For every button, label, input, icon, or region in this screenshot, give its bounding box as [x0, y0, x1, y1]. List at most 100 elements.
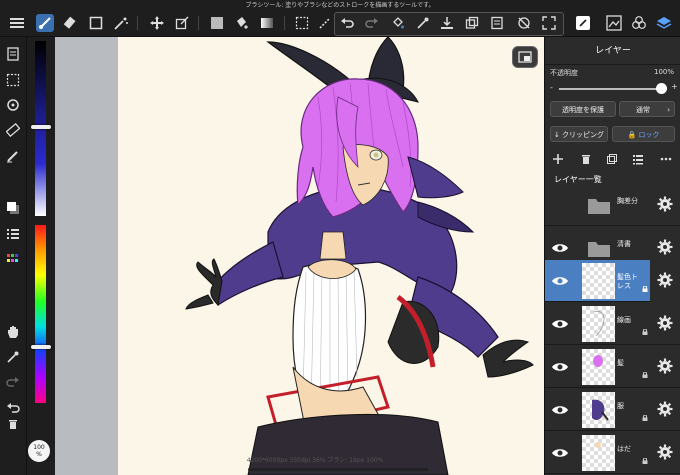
hue-slider[interactable]: [35, 225, 46, 403]
clipping-label: クリッピング: [562, 131, 605, 139]
lock-icon: [642, 406, 648, 421]
reference-window-button[interactable]: [512, 46, 538, 68]
protect-alpha-button[interactable]: 透明度を保護: [550, 101, 616, 117]
brightness-knob[interactable]: [31, 125, 51, 129]
brush-size-unit: %: [36, 451, 42, 458]
selection-menu-icon[interactable]: [4, 71, 22, 89]
home-indicator: [248, 468, 428, 471]
brush-size-value: 100: [33, 444, 45, 451]
layer-settings-gear-icon[interactable]: [657, 239, 673, 255]
layers-icon[interactable]: [655, 14, 673, 32]
add-layer-icon[interactable]: [551, 152, 565, 166]
gradient-tool-icon[interactable]: [258, 14, 276, 32]
top-toolbar: ブラシツール: 塗りやブラシなどのストロークを描画するツールです。: [0, 0, 680, 37]
drawing-paper[interactable]: [118, 37, 544, 475]
tool-hint-text: ブラシツール: 塗りやブラシなどのストロークを描画するツールです。: [245, 2, 435, 9]
hue-knob[interactable]: [31, 345, 51, 349]
canvas-area[interactable]: [55, 37, 544, 475]
redo-icon[interactable]: [363, 14, 381, 32]
layer-name: 服: [617, 402, 624, 410]
left-toolbar: [0, 37, 27, 475]
fill-bucket-icon[interactable]: [389, 14, 407, 32]
brush-list-icon[interactable]: [4, 225, 22, 243]
layer-settings-gear-icon[interactable]: [657, 444, 673, 460]
lock-icon: [642, 320, 648, 335]
layer-settings-gear-icon[interactable]: [657, 401, 673, 417]
copy-icon[interactable]: [463, 14, 481, 32]
hand-tool-icon[interactable]: [4, 323, 22, 341]
layer-settings-gear-icon[interactable]: [657, 358, 673, 374]
canvas-status-text: 4200*6000px 350dpi 36% ブラシ: 19px 100%: [246, 457, 384, 464]
eyedropper-icon[interactable]: [414, 14, 432, 32]
palette-icon[interactable]: [4, 249, 22, 267]
layer-name: はだ: [617, 445, 631, 453]
layer-thumbnail: [582, 392, 615, 428]
blend-mode-label: 通常: [636, 106, 650, 114]
layer-settings-gear-icon[interactable]: [657, 272, 673, 288]
shape-tool-icon[interactable]: [87, 14, 105, 32]
layer-settings-gear-icon[interactable]: [657, 315, 673, 331]
undo-icon[interactable]: [338, 14, 356, 32]
eye-icon[interactable]: [551, 445, 569, 459]
move-tool-icon[interactable]: [148, 14, 166, 32]
snap-off-icon[interactable]: [515, 14, 533, 32]
pen-settings-icon[interactable]: [4, 147, 22, 165]
layer-row[interactable]: はだ: [545, 432, 680, 474]
eye-icon[interactable]: [551, 359, 569, 373]
layer-row-selected[interactable]: 髪色トレス: [545, 260, 680, 302]
rotate-canvas-icon[interactable]: [4, 96, 22, 114]
brush-opacity-badge[interactable]: 100%: [28, 440, 50, 462]
ruler-icon[interactable]: [4, 121, 22, 139]
folder-icon: [582, 187, 615, 223]
bucket-tool-icon[interactable]: [232, 14, 250, 32]
redo-side-icon[interactable]: [4, 373, 22, 391]
fill-color-icon[interactable]: [208, 14, 226, 32]
opacity-slider[interactable]: [559, 88, 667, 90]
lock-button[interactable]: 🔒 ロック: [612, 126, 675, 142]
color-swap-icon[interactable]: [4, 199, 22, 217]
fullscreen-icon[interactable]: [540, 14, 558, 32]
layer-thumbnail: [582, 263, 615, 299]
eye-icon[interactable]: [551, 240, 569, 254]
trash-side-icon[interactable]: [4, 415, 22, 433]
layer-row[interactable]: 胸差分: [545, 184, 680, 226]
lock-icon: [642, 363, 648, 378]
duplicate-layer-icon[interactable]: [605, 152, 619, 166]
blend-mode-button[interactable]: 通常 ›: [619, 101, 675, 117]
layer-name: 清書: [617, 240, 631, 248]
opacity-minus-icon[interactable]: -: [550, 83, 553, 92]
layer-settings-gear-icon[interactable]: [657, 196, 673, 212]
selection-tool-icon[interactable]: [293, 14, 311, 32]
brush-properties-icon[interactable]: [4, 45, 22, 63]
opacity-value: 100%: [653, 68, 674, 76]
opacity-plus-icon[interactable]: +: [671, 82, 678, 91]
menu-icon[interactable]: [8, 14, 26, 32]
window-icon: [518, 51, 532, 63]
artwork-illustration: [185, 37, 534, 475]
clipping-button[interactable]: ↓ クリッピング: [550, 126, 608, 142]
artwork-icon[interactable]: [605, 14, 623, 32]
layer-row[interactable]: 線画: [545, 303, 680, 345]
transform-tool-icon[interactable]: [173, 14, 191, 32]
delete-layer-icon[interactable]: [579, 152, 593, 166]
save-icon[interactable]: [438, 14, 456, 32]
eye-icon[interactable]: [551, 316, 569, 330]
more-icon[interactable]: [659, 152, 673, 166]
brush-tool-icon[interactable]: [36, 14, 54, 32]
material-icon[interactable]: [574, 14, 592, 32]
opacity-knob[interactable]: [656, 83, 667, 94]
eyedropper-side-icon[interactable]: [4, 348, 22, 366]
eye-icon[interactable]: [551, 402, 569, 416]
eye-icon[interactable]: [551, 273, 569, 287]
layer-name: 胸差分: [617, 197, 638, 205]
lock-icon: [642, 277, 648, 292]
layer-row[interactable]: 服: [545, 389, 680, 431]
magic-wand-icon[interactable]: [112, 14, 130, 32]
paste-icon[interactable]: [488, 14, 506, 32]
eraser-tool-icon[interactable]: [61, 14, 79, 32]
filters-icon[interactable]: [630, 14, 648, 32]
select-pen-icon[interactable]: [316, 14, 334, 32]
layer-list-icon[interactable]: [631, 152, 645, 166]
layer-name: 線画: [617, 316, 631, 324]
layer-row[interactable]: 髪: [545, 346, 680, 388]
